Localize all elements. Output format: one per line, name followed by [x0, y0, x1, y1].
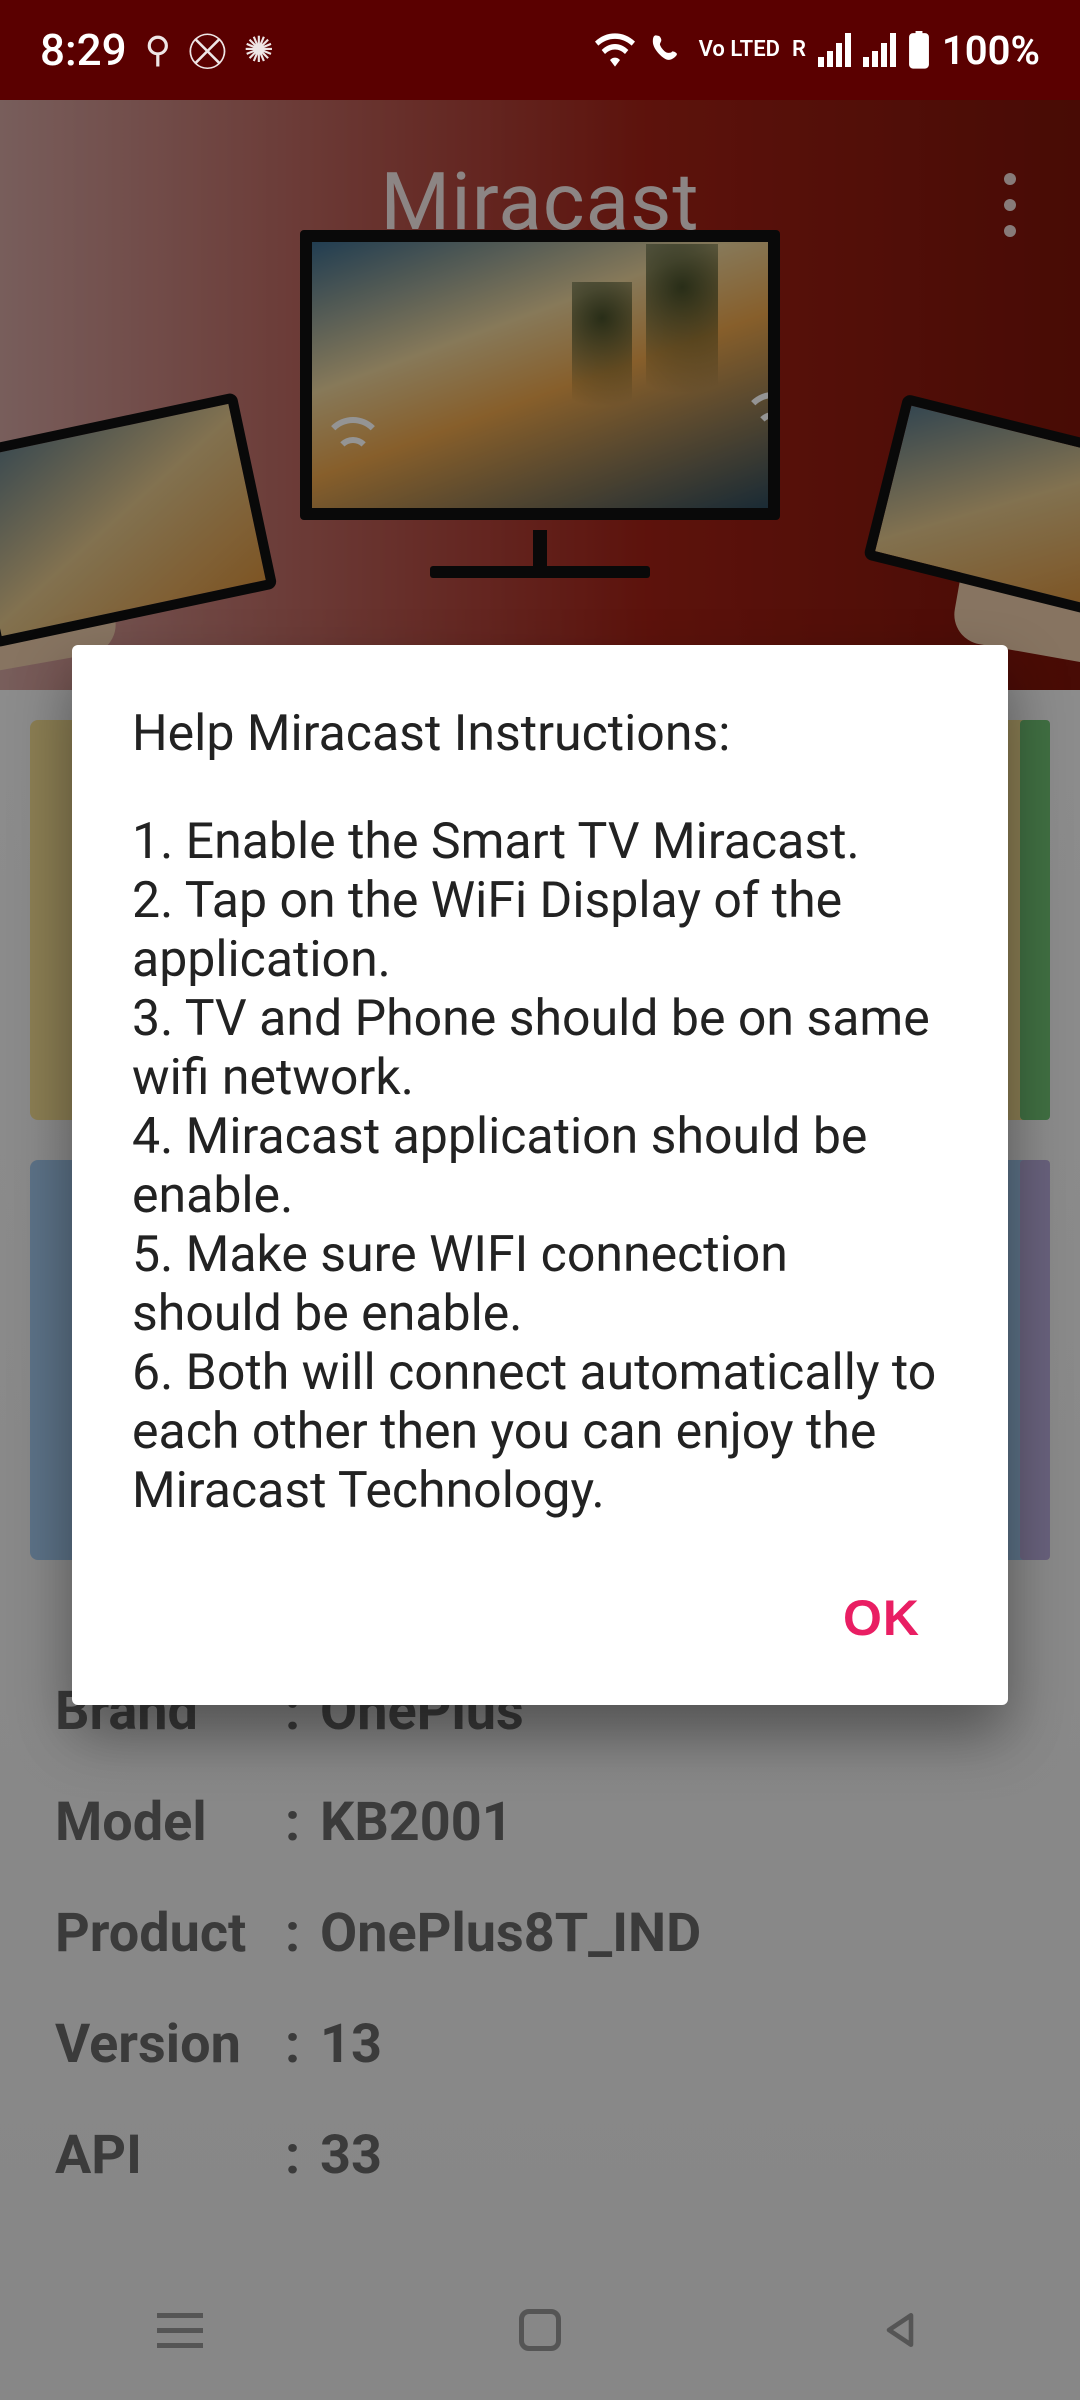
volte-icon: Vo LTED — [699, 39, 780, 61]
nav-home-button[interactable] — [505, 2295, 575, 2365]
help-dialog: Help Miracast Instructions: 1. Enable th… — [72, 645, 1008, 1705]
status-right: Vo LTED R 100% — [595, 27, 1040, 74]
signal-1-icon — [818, 33, 851, 67]
battery-icon — [908, 31, 930, 69]
screen-root: 8:29 ⚲ ⛒ ✺ Vo LTED R 100% Miracast — [0, 0, 1080, 2400]
status-time: 8:29 — [40, 24, 127, 76]
roaming-icon: R — [792, 39, 806, 61]
nav-back-button[interactable] — [865, 2295, 935, 2365]
dialog-step: 1. Enable the Smart TV Miracast. — [132, 813, 948, 872]
dialog-step: 4. Miracast application should be enable… — [132, 1108, 948, 1226]
dialog-step: 3. TV and Phone should be on same wifi n… — [132, 990, 948, 1108]
ok-button[interactable]: OK — [815, 1571, 948, 1665]
dialog-step: 6. Both will connect automatically to ea… — [132, 1344, 948, 1521]
battery-text: 100% — [942, 27, 1040, 74]
signal-2-icon — [863, 33, 896, 67]
location-icon: ✺ — [244, 29, 274, 71]
dialog-body: 1. Enable the Smart TV Miracast. 2. Tap … — [132, 813, 948, 1521]
dialog-step: 5. Make sure WIFI connection should be e… — [132, 1226, 948, 1344]
nav-recent-button[interactable] — [145, 2295, 215, 2365]
status-left: 8:29 ⚲ ⛒ ✺ — [40, 24, 274, 76]
torch-icon: ⚲ — [145, 29, 171, 71]
navigation-bar — [0, 2260, 1080, 2400]
dialog-title: Help Miracast Instructions: — [132, 705, 948, 763]
wifi-calling-icon — [647, 33, 687, 67]
dialog-actions: OK — [132, 1571, 948, 1665]
dialog-step: 2. Tap on the WiFi Display of the applic… — [132, 872, 948, 990]
wifi-icon — [595, 33, 635, 67]
status-bar: 8:29 ⚲ ⛒ ✺ Vo LTED R 100% — [0, 0, 1080, 100]
dnd-icon: ⛒ — [189, 29, 226, 72]
